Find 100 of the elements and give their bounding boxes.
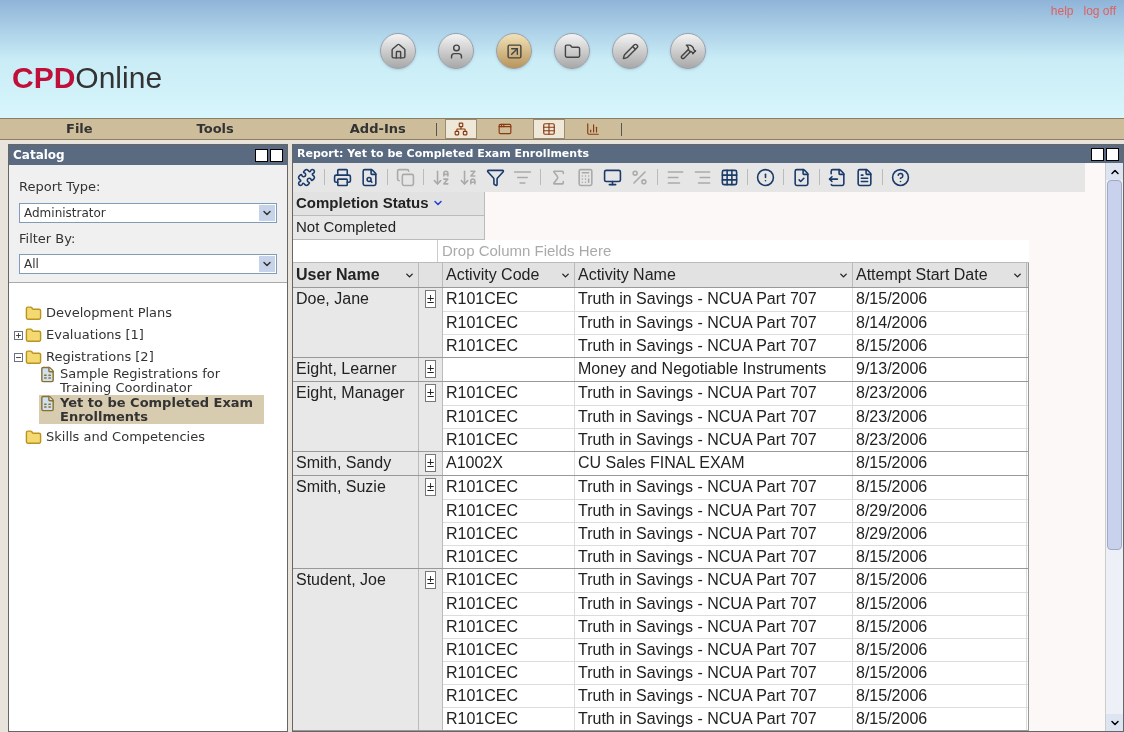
- document-icon[interactable]: [855, 167, 874, 187]
- table-cell: Truth in Savings - NCUA Part 707: [575, 312, 853, 334]
- maximize-button[interactable]: [1091, 147, 1104, 161]
- table-cell: R101CEC: [443, 546, 575, 568]
- view-button[interactable]: [532, 119, 565, 139]
- column-header[interactable]: Activity Code: [443, 263, 575, 287]
- table-cell: 8/15/2006: [853, 288, 1027, 311]
- table-cell: 8/23/2006: [853, 382, 1027, 405]
- table-cell: R101CEC: [443, 685, 575, 707]
- column-header[interactable]: User Name: [293, 263, 419, 287]
- panel-title: Catalog: [13, 147, 65, 164]
- table-cell: 8/29/2006: [853, 500, 1027, 522]
- expand-collapse-button[interactable]: ±: [425, 454, 436, 472]
- scroll-thumb[interactable]: [1107, 180, 1122, 550]
- folder-icon: [563, 42, 581, 60]
- table-cell: Money and Negotiable Instruments: [575, 358, 853, 381]
- tree-item[interactable]: Development Plans: [25, 305, 177, 322]
- report-type-dropdown[interactable]: Administrator: [19, 202, 277, 223]
- table-cell: Truth in Savings - NCUA Part 707: [575, 569, 853, 592]
- tree-item[interactable]: Yet to be Completed Exam Enrollments: [39, 395, 264, 424]
- window-icon: [497, 122, 512, 136]
- nav-button[interactable]: [612, 33, 649, 69]
- tree-item[interactable]: Sample Registrations for Training Coordinator: [39, 366, 264, 395]
- table-cell: Eight, Learner: [293, 358, 419, 381]
- hammer-icon: [679, 42, 697, 60]
- table-cell: Truth in Savings - NCUA Part 707: [575, 593, 853, 615]
- table-cell: 9/13/2006: [853, 358, 1027, 381]
- table-cell: 8/15/2006: [853, 569, 1027, 592]
- file-export-icon[interactable]: [828, 167, 847, 187]
- alert-icon[interactable]: [756, 167, 775, 187]
- expand-collapse-button[interactable]: ±: [425, 290, 436, 308]
- logo: CPDOnline: [12, 63, 163, 93]
- table-cell: R101CEC: [443, 288, 575, 311]
- filter-field-header[interactable]: Completion Status: [293, 191, 485, 216]
- expand-collapse-button[interactable]: ±: [425, 384, 436, 402]
- help-icon[interactable]: [891, 167, 910, 187]
- table-cell: Truth in Savings - NCUA Part 707: [575, 523, 853, 545]
- column-header[interactable]: Attempt Start Date: [853, 263, 1027, 287]
- table-cell: R101CEC: [443, 335, 575, 357]
- table-cell: Smith, Sandy: [293, 452, 419, 475]
- report-icon: [39, 395, 56, 412]
- expand-icon[interactable]: [13, 330, 23, 340]
- table-cell: Doe, Jane: [293, 288, 419, 357]
- field-label: Report Type:: [19, 178, 102, 196]
- table-cell: R101CEC: [443, 639, 575, 661]
- close-button[interactable]: [270, 148, 283, 162]
- table-cell: R101CEC: [443, 593, 575, 615]
- column-header[interactable]: Activity Name: [575, 263, 853, 287]
- tree-item[interactable]: Registrations [2]: [25, 349, 158, 366]
- menu-item[interactable]: Add-Ins: [349, 119, 406, 139]
- menu-item[interactable]: Tools: [196, 119, 234, 139]
- table-cell: R101CEC: [443, 569, 575, 592]
- filter-value-cell: Not Completed: [293, 215, 485, 240]
- print-icon[interactable]: [333, 167, 352, 187]
- table-cell: R101CEC: [443, 500, 575, 522]
- nav-button[interactable]: [554, 33, 591, 69]
- table-cell: 8/23/2006: [853, 406, 1027, 428]
- table-cell: Truth in Savings - NCUA Part 707: [575, 406, 853, 428]
- table-cell: 8/14/2006: [853, 312, 1027, 334]
- puzzle-icon[interactable]: [297, 167, 316, 187]
- scrollbar[interactable]: [1105, 163, 1123, 731]
- field-label: Filter By:: [19, 229, 77, 248]
- table-cell: Truth in Savings - NCUA Part 707: [575, 616, 853, 638]
- table-cell: Student, Joe: [293, 569, 419, 730]
- pencil-icon: [621, 42, 639, 60]
- nav-button[interactable]: [496, 33, 533, 69]
- expand-collapse-button[interactable]: ±: [425, 478, 436, 496]
- table-cell: 8/15/2006: [853, 593, 1027, 615]
- table-cell: Truth in Savings - NCUA Part 707: [575, 639, 853, 661]
- expand-collapse-button[interactable]: ±: [425, 571, 436, 589]
- grid-icon[interactable]: [720, 167, 739, 187]
- filter-icon[interactable]: [486, 167, 505, 187]
- maximize-button[interactable]: [255, 148, 268, 162]
- table-cell: Truth in Savings - NCUA Part 707: [575, 382, 853, 405]
- preview-icon[interactable]: [360, 167, 379, 187]
- table-cell: Truth in Savings - NCUA Part 707: [575, 429, 853, 451]
- table-cell: Truth in Savings - NCUA Part 707: [575, 546, 853, 568]
- folder-icon: [25, 305, 42, 322]
- nav-button[interactable]: [380, 33, 417, 69]
- table-cell: CU Sales FINAL EXAM: [575, 452, 853, 475]
- filter-dropdown[interactable]: All: [19, 254, 277, 274]
- hierarchy-icon: [453, 122, 468, 136]
- table-cell: A1002X: [443, 452, 575, 475]
- expand-collapse-button[interactable]: ±: [425, 360, 436, 378]
- menu-item[interactable]: File: [66, 119, 93, 139]
- table-cell: 8/15/2006: [853, 616, 1027, 638]
- monitor-icon[interactable]: [603, 167, 622, 187]
- table-cell: R101CEC: [443, 382, 575, 405]
- nav-button[interactable]: [438, 33, 475, 69]
- tree-item[interactable]: Evaluations [1]: [25, 327, 148, 344]
- nav-button[interactable]: [670, 33, 707, 69]
- table-cell: R101CEC: [443, 616, 575, 638]
- file-check-icon[interactable]: [792, 167, 811, 187]
- close-button[interactable]: [1106, 147, 1119, 161]
- tree-item[interactable]: Skills and Competencies: [25, 429, 209, 446]
- table-cell: 8/15/2006: [853, 476, 1027, 499]
- collapse-icon[interactable]: [13, 352, 23, 362]
- table-cell: R101CEC: [443, 523, 575, 545]
- view-button[interactable]: [444, 119, 477, 139]
- table-cell: Truth in Savings - NCUA Part 707: [575, 500, 853, 522]
